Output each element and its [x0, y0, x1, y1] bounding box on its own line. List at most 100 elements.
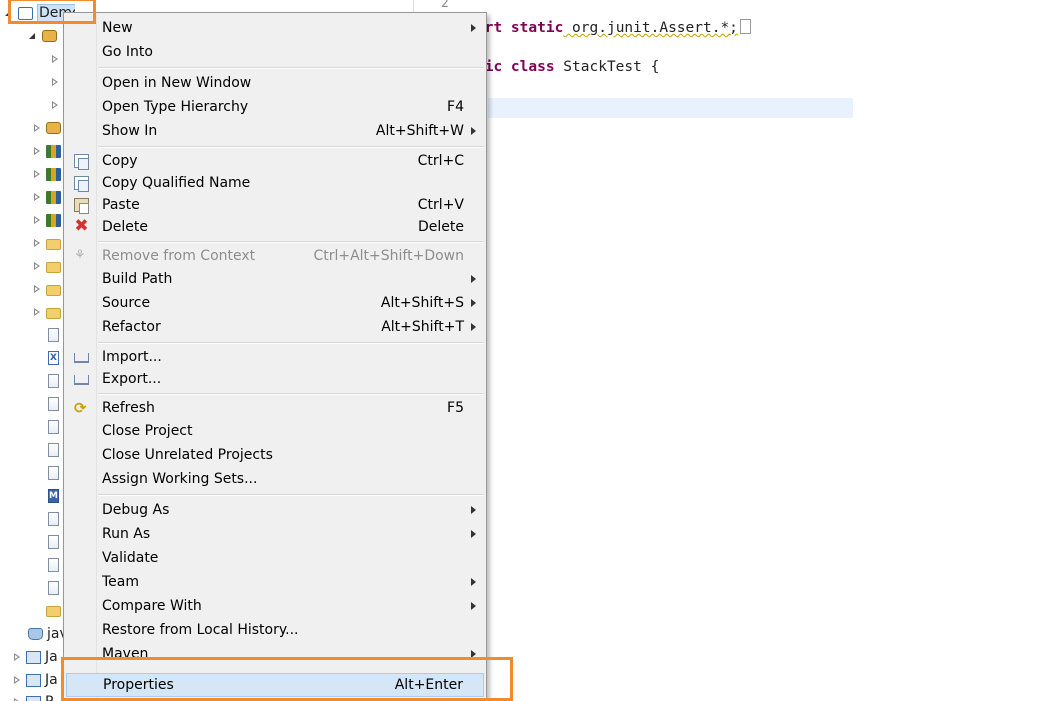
copy-qualified-icon	[74, 176, 89, 192]
expand-arrow-icon[interactable]	[50, 100, 60, 110]
menu-item-source[interactable]: Source Alt+Shift+S	[66, 291, 484, 315]
tree-item[interactable]	[50, 49, 60, 69]
tree-item-label: Ja	[45, 672, 58, 688]
menu-item-assign-working-sets[interactable]: Assign Working Sets...	[66, 467, 484, 491]
tree-item[interactable]	[32, 302, 61, 322]
tree-item[interactable]	[32, 118, 61, 138]
tree-item[interactable]	[42, 532, 59, 552]
tree-item[interactable]: Ja	[12, 670, 58, 690]
folded-code-icon[interactable]	[739, 19, 751, 34]
tree-item[interactable]	[32, 164, 61, 184]
menu-item-maven[interactable]: Maven	[66, 642, 484, 666]
collapse-arrow-icon[interactable]	[28, 31, 38, 41]
tree-item[interactable]	[32, 279, 61, 299]
menu-item-copy[interactable]: Copy Ctrl+C	[66, 149, 484, 173]
menu-item-compare-with[interactable]: Compare With	[66, 594, 484, 618]
tree-item[interactable]	[42, 578, 59, 598]
tree-item[interactable]	[32, 256, 61, 276]
menu-label: Properties	[103, 677, 174, 693]
tree-item[interactable]	[32, 210, 61, 230]
tree-item[interactable]	[28, 26, 57, 46]
menu-item-import[interactable]: Import...	[66, 345, 484, 369]
menu-separator	[98, 67, 484, 69]
tree-item[interactable]: jav	[24, 624, 68, 644]
code-line-class[interactable]: lic class StackTest {	[476, 59, 659, 75]
menu-item-remove-from-context[interactable]: ⚘ Remove from Context Ctrl+Alt+Shift+Down	[66, 244, 484, 268]
menu-separator	[98, 393, 484, 395]
expand-arrow-icon[interactable]	[32, 123, 42, 133]
menu-item-copy-qualified-name[interactable]: Copy Qualified Name	[66, 171, 484, 195]
menu-item-refactor[interactable]: Refactor Alt+Shift+T	[66, 315, 484, 339]
expand-arrow-icon[interactable]	[50, 77, 60, 87]
tree-item[interactable]: P	[12, 692, 53, 701]
menu-item-properties[interactable]: Properties Alt+Enter	[66, 673, 484, 697]
tree-item-label: Ja	[45, 649, 58, 665]
source-folder-icon	[46, 122, 61, 134]
menu-item-close-unrelated-projects[interactable]: Close Unrelated Projects	[66, 443, 484, 467]
menu-item-export[interactable]: Export...	[66, 367, 484, 391]
tree-item[interactable]	[42, 371, 59, 391]
expand-arrow-icon[interactable]	[32, 238, 42, 248]
expand-arrow-icon[interactable]	[12, 697, 22, 701]
menu-label: Build Path	[102, 271, 173, 287]
expand-arrow-icon[interactable]	[32, 215, 42, 225]
menu-label: Delete	[102, 219, 148, 235]
database-icon	[28, 628, 43, 640]
code-text: org.junit.Assert.*;	[563, 20, 738, 36]
tree-item[interactable]: M	[42, 486, 59, 506]
file-icon	[48, 420, 59, 434]
menu-item-debug-as[interactable]: Debug As	[66, 498, 484, 522]
tree-item[interactable]	[42, 417, 59, 437]
expand-arrow-icon[interactable]	[32, 192, 42, 202]
code-line-import[interactable]: ort static org.junit.Assert.*;	[476, 19, 751, 36]
menu-item-team[interactable]: Team	[66, 570, 484, 594]
menu-label: Open Type Hierarchy	[102, 99, 249, 115]
tree-item[interactable]	[42, 440, 59, 460]
menu-item-go-into[interactable]: Go Into	[66, 40, 484, 64]
menu-shortcut: F5	[447, 400, 464, 416]
expand-arrow-icon[interactable]	[32, 284, 42, 294]
menu-item-restore-from-local-history[interactable]: Restore from Local History...	[66, 618, 484, 642]
file-icon	[48, 581, 59, 595]
tree-item[interactable]	[32, 233, 61, 253]
tree-item[interactable]	[42, 463, 59, 483]
expand-arrow-icon[interactable]	[32, 261, 42, 271]
tree-item[interactable]	[32, 187, 61, 207]
folder-icon	[46, 261, 61, 273]
menu-separator	[98, 494, 484, 496]
expand-arrow-icon[interactable]	[12, 675, 22, 685]
expand-arrow-icon[interactable]	[32, 146, 42, 156]
menu-item-refresh[interactable]: ⟳ Refresh F5	[66, 396, 484, 420]
expand-arrow-icon[interactable]	[32, 169, 42, 179]
menu-item-paste[interactable]: Paste Ctrl+V	[66, 193, 484, 217]
menu-item-run-as[interactable]: Run As	[66, 522, 484, 546]
file-icon	[48, 535, 59, 549]
collapse-arrow-icon[interactable]	[4, 8, 14, 18]
file-icon	[48, 466, 59, 480]
tree-item[interactable]	[42, 394, 59, 414]
menu-item-build-path[interactable]: Build Path	[66, 267, 484, 291]
menu-item-open-in-new-window[interactable]: Open in New Window	[66, 71, 484, 95]
menu-item-open-type-hierarchy[interactable]: Open Type Hierarchy F4	[66, 95, 484, 119]
expand-arrow-icon[interactable]	[12, 652, 22, 662]
expand-arrow-icon[interactable]	[32, 307, 42, 317]
tree-item[interactable]	[42, 600, 61, 620]
tree-item[interactable]	[42, 509, 59, 529]
code-editor[interactable]: 2 ort static org.junit.Assert.*; lic cla…	[413, 0, 1052, 701]
menu-label: Show In	[102, 123, 158, 139]
tree-item[interactable]: X	[42, 348, 59, 368]
tree-item[interactable]	[50, 72, 60, 92]
menu-item-show-in[interactable]: Show In Alt+Shift+W	[66, 119, 484, 143]
folder-icon	[46, 605, 61, 617]
menu-item-close-project[interactable]: Close Project	[66, 419, 484, 443]
menu-item-delete[interactable]: ✖ Delete Delete	[66, 215, 484, 239]
tree-item[interactable]	[42, 325, 59, 345]
tree-item[interactable]	[32, 141, 61, 161]
menu-item-new[interactable]: New	[66, 16, 484, 40]
menu-label: New	[102, 20, 133, 36]
tree-item[interactable]: Ja	[12, 647, 58, 667]
tree-item[interactable]	[50, 95, 60, 115]
expand-arrow-icon[interactable]	[50, 54, 60, 64]
tree-item[interactable]	[42, 555, 59, 575]
menu-item-validate[interactable]: Validate	[66, 546, 484, 570]
